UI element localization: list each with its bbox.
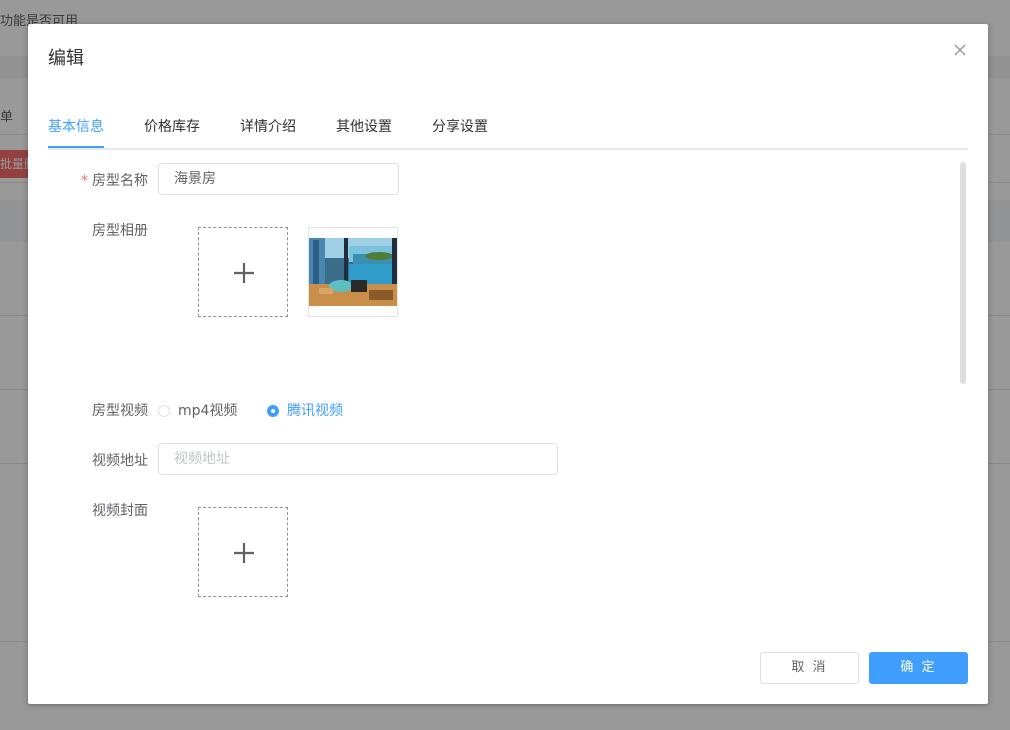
video-cover-label: 视频封面 — [92, 503, 148, 519]
room-album-label: 房型相册 — [92, 223, 148, 239]
video-cover-upload-button[interactable] — [198, 507, 288, 597]
edit-dialog: 编辑 基本信息 价格库存 详情介绍 其他设置 分享设置 * 房型名称 海景房 房型… — [28, 24, 988, 704]
active-tab-indicator — [48, 146, 104, 148]
confirm-button[interactable]: 确 定 — [869, 652, 968, 684]
radio-tencent-video[interactable]: 腾讯视频 — [267, 400, 343, 420]
tab-bar: 基本信息 价格库存 详情介绍 其他设置 分享设置 — [48, 116, 968, 150]
room-video-label: 房型视频 — [92, 403, 148, 419]
plus-icon — [234, 263, 254, 283]
album-image-thumbnail[interactable] — [308, 227, 398, 317]
tab-price-stock[interactable]: 价格库存 — [144, 116, 200, 136]
plus-icon — [234, 543, 254, 563]
room-photo-image — [309, 228, 397, 316]
video-url-label: 视频地址 — [92, 453, 148, 469]
cancel-button[interactable]: 取 消 — [760, 652, 859, 684]
video-url-input[interactable]: 视频地址 — [158, 443, 558, 475]
dialog-title: 编辑 — [48, 48, 84, 69]
room-type-name-input[interactable]: 海景房 — [158, 163, 399, 195]
radio-checked-icon — [267, 405, 279, 417]
tab-share-settings[interactable]: 分享设置 — [432, 116, 488, 136]
album-upload-button[interactable] — [198, 227, 288, 317]
tab-details[interactable]: 详情介绍 — [240, 116, 296, 136]
radio-button-icon — [158, 405, 170, 417]
tab-other-settings[interactable]: 其他设置 — [336, 116, 392, 136]
tab-basic-info[interactable]: 基本信息 — [48, 116, 104, 136]
required-asterisk: * — [81, 173, 88, 189]
form-scrollbar[interactable] — [960, 162, 966, 384]
room-type-name-label: * 房型名称 — [81, 173, 148, 189]
close-icon[interactable] — [952, 42, 968, 58]
radio-mp4-video[interactable]: mp4视频 — [158, 400, 237, 420]
basic-info-form: * 房型名称 海景房 房型相册 房型视频 mp4视频 腾讯视频 视频地址 视频地… — [48, 160, 948, 630]
